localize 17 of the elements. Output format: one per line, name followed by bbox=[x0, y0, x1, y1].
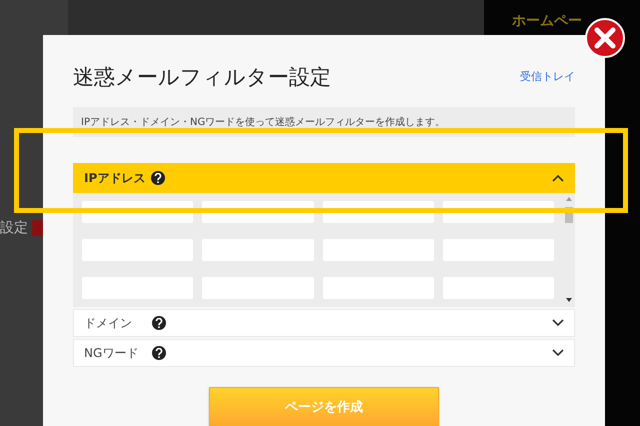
accordion-header[interactable]: NGワード bbox=[73, 339, 575, 367]
side-label: 設定 bbox=[0, 219, 28, 237]
section-label: IPアドレス bbox=[84, 170, 146, 186]
chevron-icon bbox=[552, 349, 564, 357]
close-icon[interactable] bbox=[585, 18, 625, 58]
accordion-header[interactable]: ドメイン bbox=[73, 309, 575, 337]
chevron-icon bbox=[552, 319, 564, 327]
section-label: NGワード bbox=[84, 344, 140, 362]
chevron-icon bbox=[552, 174, 564, 182]
help-icon[interactable] bbox=[151, 171, 166, 185]
section-label: ドメイン bbox=[84, 314, 133, 332]
accordion-header[interactable]: IPアドレス bbox=[73, 163, 575, 193]
help-icon[interactable] bbox=[152, 346, 166, 360]
help-icon[interactable] bbox=[152, 316, 166, 330]
inbox-link[interactable]: 受信トレイ bbox=[520, 69, 575, 84]
dialog-title: 迷惑メールフィルター設定 bbox=[73, 64, 331, 91]
banner-text: ホームペー bbox=[512, 13, 582, 29]
